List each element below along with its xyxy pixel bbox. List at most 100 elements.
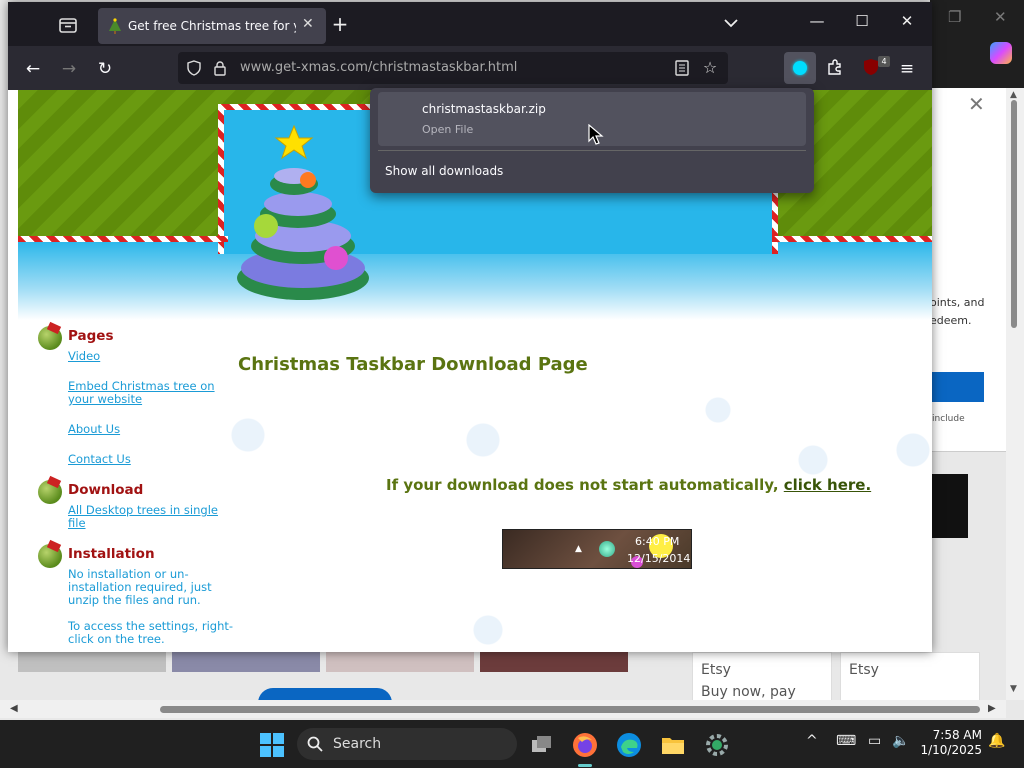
- task-view-icon[interactable]: [528, 732, 554, 758]
- extensions-icon[interactable]: [824, 58, 846, 80]
- sidebar-link-video[interactable]: Video: [68, 350, 238, 363]
- horizontal-scrollbar[interactable]: ◀ ▶: [0, 700, 1006, 718]
- vertical-scrollbar[interactable]: ▲ ▼: [1006, 88, 1024, 700]
- download-message-text: If your download does not start automati…: [386, 476, 779, 494]
- background-text: oints, and: [930, 296, 985, 309]
- sidebar-link-all-trees[interactable]: All Desktop trees in single file: [68, 504, 238, 530]
- preview-time: 6:40 PM: [635, 535, 680, 548]
- notification-bell-icon[interactable]: 🔔: [988, 733, 1005, 749]
- tab-active[interactable]: Get free Christmas tree for your desktop…: [98, 8, 326, 44]
- network-icon[interactable]: ▭: [868, 733, 881, 749]
- background-panel-close-icon[interactable]: ✕: [968, 92, 985, 116]
- scroll-right-icon[interactable]: ▶: [988, 703, 996, 714]
- downloads-button[interactable]: [784, 52, 816, 84]
- background-image: [930, 474, 968, 538]
- ornament-icon: [38, 326, 62, 350]
- tree-favicon-icon: [108, 18, 122, 34]
- navigation-toolbar: ← → ↻ www.get-xmas.com/christmastaskbar.…: [8, 46, 932, 90]
- background-thumbnails: [18, 650, 628, 672]
- sidebar-heading: Pages: [68, 328, 114, 344]
- install-text: No installation or un-installation requi…: [68, 567, 212, 607]
- edge-app-icon[interactable]: [616, 732, 642, 758]
- ad-name: Etsy: [849, 662, 879, 678]
- background-close-icon[interactable]: ✕: [994, 8, 1007, 26]
- search-label: Search: [333, 736, 382, 752]
- url-text[interactable]: www.get-xmas.com/christmastaskbar.html: [240, 60, 517, 75]
- reader-view-icon[interactable]: [674, 60, 690, 76]
- copilot-icon[interactable]: [990, 42, 1012, 64]
- background-titlebar: ❐ ✕ ···: [930, 0, 1024, 88]
- ornament-icon: [38, 480, 62, 504]
- minimize-icon[interactable]: —: [802, 12, 832, 30]
- tree-tray-icon: [599, 541, 615, 557]
- download-message: If your download does not start automati…: [386, 476, 871, 494]
- scroll-up-icon[interactable]: ▲: [1010, 90, 1017, 100]
- sidebar-link-contact[interactable]: Contact Us: [68, 453, 238, 466]
- background-ad-card[interactable]: Etsy: [840, 652, 980, 702]
- ornament-icon: [38, 544, 62, 568]
- clock-time: 7:58 AM: [932, 728, 982, 742]
- menu-icon[interactable]: ≡: [896, 58, 918, 80]
- scrollbar-thumb[interactable]: [160, 706, 980, 713]
- close-window-icon[interactable]: ✕: [892, 12, 922, 30]
- windows-taskbar: Search ^ ⌨ ▭ 🔈 7:58 AM 1/10/2025 🔔: [0, 720, 1024, 768]
- back-icon[interactable]: ←: [22, 58, 44, 80]
- file-explorer-icon[interactable]: [660, 732, 686, 758]
- reload-icon[interactable]: ↻: [94, 58, 116, 80]
- show-all-downloads[interactable]: Show all downloads: [385, 164, 503, 178]
- scroll-down-icon[interactable]: ▼: [1010, 684, 1017, 694]
- preview-date: 12/15/2014: [627, 552, 691, 565]
- sidebar-section-installation: Installation: [38, 544, 238, 568]
- scroll-left-icon[interactable]: ◀: [10, 703, 18, 714]
- click-here-link[interactable]: click here.: [784, 476, 871, 494]
- mouse-cursor-icon: [588, 124, 604, 145]
- new-tab-icon[interactable]: +: [330, 12, 350, 36]
- tab-close-icon[interactable]: ✕: [302, 16, 314, 32]
- download-status: Open File: [422, 123, 474, 136]
- download-filename: christmastaskbar.zip: [422, 102, 546, 116]
- sidebar-section-download: Download: [38, 480, 238, 504]
- extension-badge: 4: [878, 56, 890, 67]
- scrollbar-thumb[interactable]: [1011, 100, 1017, 328]
- search-icon: [307, 736, 323, 752]
- settings-gear-icon[interactable]: [704, 732, 730, 758]
- tracking-shield-icon[interactable]: [186, 60, 202, 76]
- keyboard-icon[interactable]: ⌨: [836, 733, 856, 749]
- taskbar-clock[interactable]: 7:58 AM 1/10/2025: [920, 728, 982, 758]
- background-panel-button[interactable]: [930, 372, 984, 402]
- taskbar-preview-image: ▲ 6:40 PM 12/15/2014: [502, 529, 692, 569]
- sidebar-heading: Installation: [68, 546, 155, 562]
- maximize-icon[interactable]: ☐: [847, 12, 877, 30]
- background-ad-card[interactable]: Etsy Buy now, pay later: [692, 652, 832, 722]
- clock-date: 1/10/2025: [920, 743, 982, 757]
- sidebar-link-embed[interactable]: Embed Christmas tree on your website: [68, 380, 238, 406]
- ad-name: Etsy: [701, 662, 731, 678]
- firefox-app-icon[interactable]: [572, 732, 598, 758]
- background-text: include: [932, 414, 965, 424]
- list-all-tabs-icon[interactable]: [724, 16, 738, 32]
- taskbar-search[interactable]: Search: [297, 728, 517, 760]
- sidebar: Pages Video Embed Christmas tree on your…: [38, 326, 238, 646]
- lock-icon[interactable]: [212, 60, 228, 76]
- divider: [378, 150, 806, 151]
- sidebar-heading: Download: [68, 482, 144, 498]
- start-windows-icon[interactable]: [259, 732, 285, 758]
- sidebar-link-about[interactable]: About Us: [68, 423, 238, 436]
- bookmark-star-icon[interactable]: ☆: [702, 60, 718, 76]
- tray-arrow-icon: ▲: [575, 544, 582, 554]
- tab-bar: Get free Christmas tree for your desktop…: [8, 2, 932, 46]
- volume-icon[interactable]: 🔈: [892, 733, 909, 749]
- background-text: edeem.: [930, 314, 972, 327]
- candy-cane-border: [18, 236, 228, 242]
- background-restore-icon[interactable]: ❐: [948, 8, 961, 26]
- install-text: To access the settings, right-click on t…: [68, 619, 234, 646]
- forward-icon[interactable]: →: [58, 58, 80, 80]
- url-bar[interactable]: www.get-xmas.com/christmastaskbar.html ☆: [178, 52, 728, 84]
- tray-overflow-chevron-icon[interactable]: ^: [806, 733, 818, 749]
- sidebar-section-pages: Pages: [38, 326, 238, 350]
- candy-cane-border: [772, 236, 932, 242]
- tab-list-icon[interactable]: [58, 16, 78, 34]
- active-app-indicator: [578, 764, 592, 767]
- page-title: Christmas Taskbar Download Page: [238, 354, 588, 375]
- tab-title: Get free Christmas tree for your desktop: [128, 19, 296, 33]
